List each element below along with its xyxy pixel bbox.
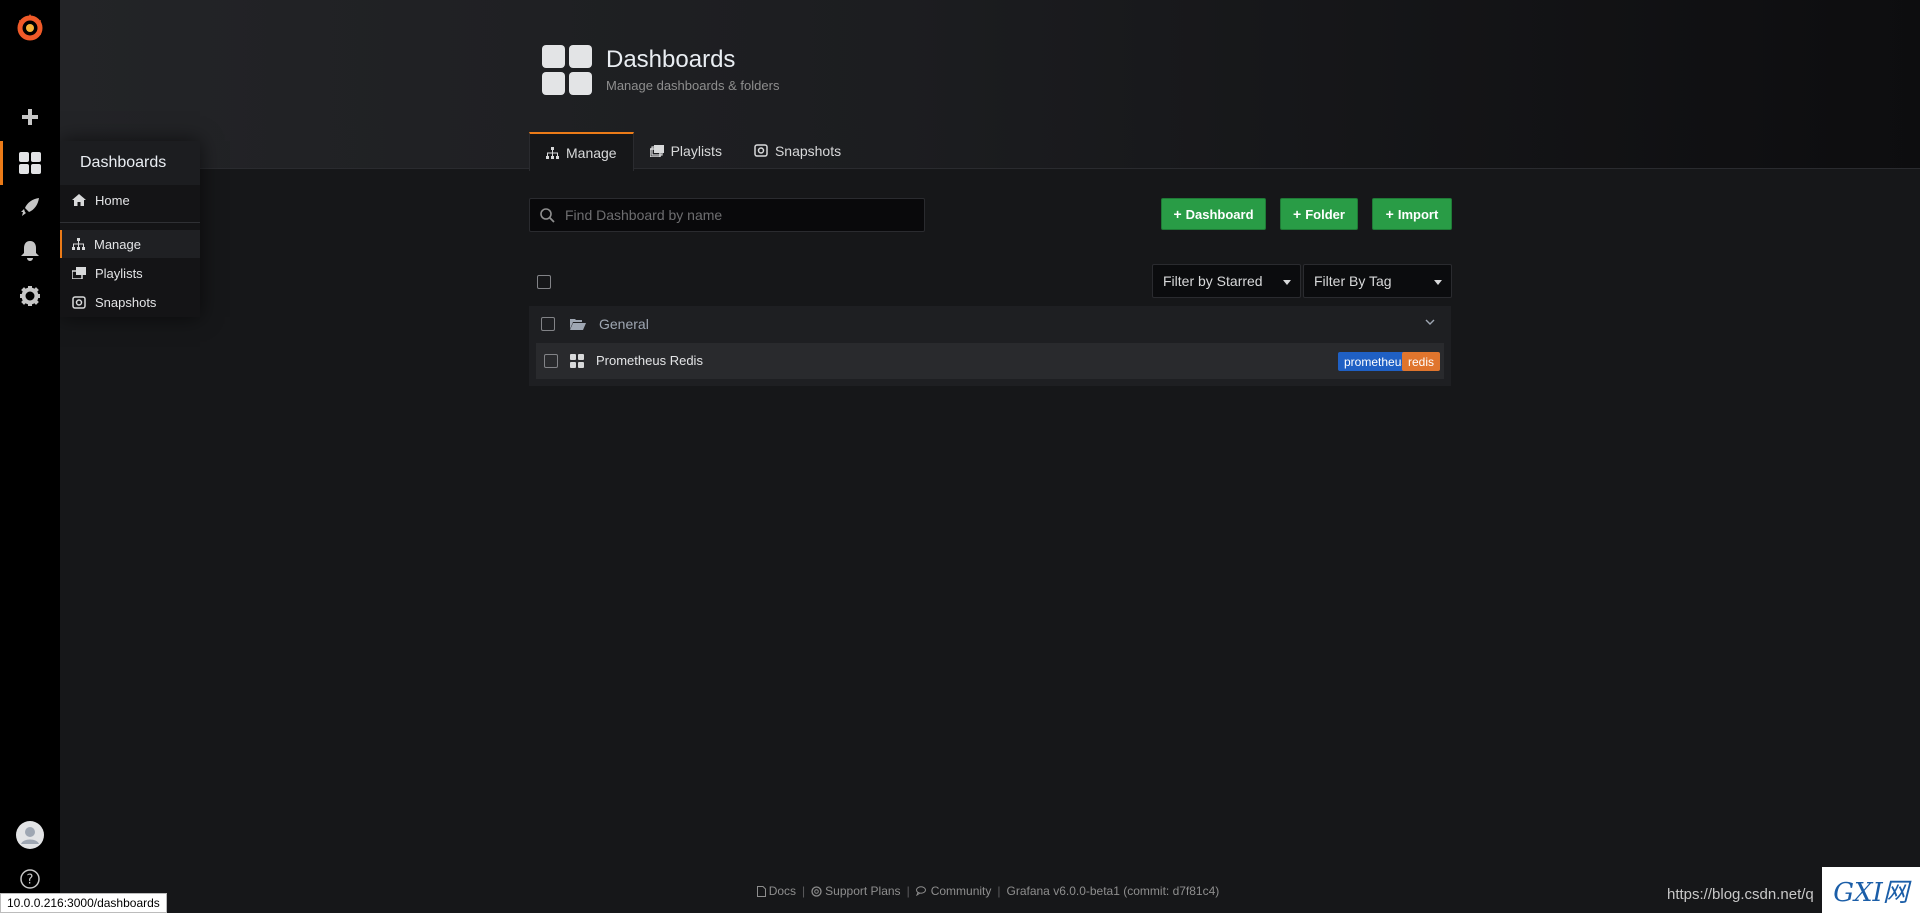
caret-down-icon <box>1283 280 1291 285</box>
dropdown-item-label: Snapshots <box>95 294 157 310</box>
folder-name: General <box>599 316 649 332</box>
tab-playlists[interactable]: Playlists <box>634 131 738 170</box>
chevron-down-icon[interactable] <box>1425 318 1435 326</box>
tab-label: Playlists <box>670 142 722 159</box>
folder-checkbox[interactable] <box>541 317 555 331</box>
footer-support-label: Support Plans <box>825 884 901 898</box>
folder-row-general[interactable]: General <box>529 306 1451 342</box>
footer-separator: | <box>802 884 806 898</box>
tab-snapshots[interactable]: Snapshots <box>738 131 857 170</box>
sitemap-icon <box>72 238 85 250</box>
page-title: Dashboards <box>606 46 736 73</box>
user-avatar-icon[interactable] <box>0 813 60 857</box>
dropdown-title[interactable]: Dashboards <box>60 141 200 185</box>
dashboards-icon[interactable] <box>0 141 60 185</box>
sidemenu: ? <box>0 0 60 913</box>
page-header <box>60 0 1920 169</box>
configuration-gear-icon[interactable] <box>0 274 60 318</box>
dashboard-checkbox[interactable] <box>544 354 558 368</box>
footer-docs-link[interactable]: Docs <box>756 884 797 898</box>
search-icon <box>540 207 555 223</box>
dropdown-item-label: Manage <box>94 236 141 252</box>
plus-icon: + <box>1293 206 1302 222</box>
dropdown-item-label: Home <box>95 192 130 208</box>
search-input[interactable] <box>565 207 905 223</box>
alerting-bell-icon[interactable] <box>0 229 60 273</box>
filter-tag-label: Filter By Tag <box>1314 273 1392 289</box>
home-icon <box>72 194 86 206</box>
dashboards-header-icon <box>542 45 592 95</box>
footer-community-link[interactable]: Community <box>915 884 992 898</box>
dropdown-item-manage[interactable]: Manage <box>60 230 200 258</box>
create-plus-icon[interactable] <box>0 95 60 139</box>
dashboard-row[interactable]: Prometheus Redis prometheus redis <box>536 343 1444 379</box>
plus-icon: + <box>1385 206 1394 222</box>
sitemap-icon <box>546 146 559 159</box>
playlist-icon <box>649 144 664 157</box>
plus-icon: + <box>1173 206 1182 222</box>
document-icon <box>756 885 766 897</box>
playlist-icon <box>72 267 86 279</box>
browser-status-url: 10.0.0.216:3000/dashboards <box>0 893 167 913</box>
footer: Docs | Support Plans | Community | Grafa… <box>0 882 1920 900</box>
camera-icon <box>754 144 768 157</box>
camera-icon <box>72 295 86 309</box>
dashboards-dropdown-menu: Dashboards Home Manage Playlists Snapsho… <box>60 141 200 317</box>
grafana-logo-icon[interactable] <box>0 5 60 49</box>
footer-separator: | <box>997 884 1001 898</box>
tab-manage[interactable]: Manage <box>529 132 634 171</box>
page-tabs: Manage Playlists Snapshots <box>529 131 857 171</box>
footer-separator: | <box>906 884 910 898</box>
dropdown-divider <box>60 222 200 223</box>
comments-icon <box>915 886 926 896</box>
tab-label: Manage <box>566 144 617 161</box>
dropdown-item-snapshots[interactable]: Snapshots <box>60 288 200 316</box>
watermark-logo: GXI网 <box>1822 867 1920 913</box>
filter-starred-label: Filter by Starred <box>1163 273 1263 289</box>
footer-community-label: Community <box>930 884 992 898</box>
dropdown-item-label: Playlists <box>95 265 143 281</box>
dropdown-item-playlists[interactable]: Playlists <box>60 259 200 287</box>
caret-down-icon <box>1434 280 1442 285</box>
select-all-checkbox[interactable] <box>537 275 551 289</box>
filter-tag-select[interactable]: Filter By Tag <box>1303 264 1452 298</box>
footer-docs-label: Docs <box>768 884 797 898</box>
filter-starred-select[interactable]: Filter by Starred <box>1152 264 1301 298</box>
footer-support-link[interactable]: Support Plans <box>811 884 901 898</box>
import-button[interactable]: + Import <box>1372 198 1452 230</box>
page-subtitle: Manage dashboards & folders <box>606 78 780 93</box>
new-folder-button[interactable]: + Folder <box>1280 198 1358 230</box>
folder-open-icon <box>570 319 586 330</box>
dashboard-icon <box>570 354 584 368</box>
explore-rocket-icon[interactable] <box>0 185 60 229</box>
dashboard-name: Prometheus Redis <box>596 353 703 368</box>
new-folder-label: Folder <box>1305 206 1345 222</box>
footer-version: Grafana v6.0.0-beta1 (commit: d7f81c4) <box>1006 884 1220 898</box>
tab-label: Snapshots <box>774 142 842 159</box>
lifebuoy-icon <box>811 885 822 897</box>
import-label: Import <box>1397 206 1439 222</box>
tag-redis[interactable]: redis <box>1402 352 1441 371</box>
search-box <box>529 198 925 232</box>
dashboard-list: General Prometheus Redis prometheus redi… <box>529 306 1451 386</box>
watermark-url: https://blog.csdn.net/q <box>1667 886 1814 903</box>
new-dashboard-label: Dashboard <box>1185 206 1254 222</box>
dropdown-item-home[interactable]: Home <box>60 186 200 214</box>
new-dashboard-button[interactable]: + Dashboard <box>1161 198 1266 230</box>
